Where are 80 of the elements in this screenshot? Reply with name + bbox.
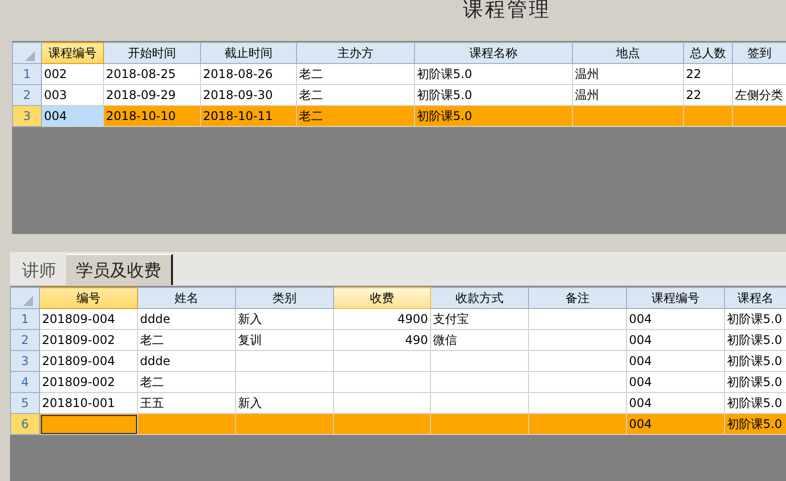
- column-header[interactable]: 签到: [732, 42, 786, 64]
- table-cell: 490: [334, 330, 430, 350]
- table-cell: 王五: [138, 392, 236, 414]
- table-cell: 2018-10-11: [200, 106, 296, 126]
- column-header[interactable]: 开始时间: [104, 42, 200, 64]
- table-cell: 初阶课5.0: [724, 414, 786, 434]
- row-header[interactable]: 2: [12, 84, 42, 106]
- table-cell: 复训: [236, 330, 334, 350]
- table-cell: 201809-002: [40, 330, 138, 350]
- table-cell: 201809-004: [40, 308, 138, 330]
- row-header[interactable]: 3: [10, 350, 40, 372]
- table-cell: 新入: [236, 392, 334, 414]
- column-header[interactable]: 课程编号: [42, 42, 104, 64]
- table-cell: 201810-001: [40, 392, 138, 414]
- table-cell: 2018-08-26: [200, 64, 296, 84]
- table-cell: 新入: [236, 308, 334, 330]
- table-cell: ddde: [138, 308, 236, 330]
- column-header[interactable]: 编号: [40, 288, 138, 308]
- table-cell: 微信: [430, 330, 528, 350]
- table-cell: [732, 64, 786, 84]
- table-cell: 老二: [296, 84, 414, 106]
- column-header[interactable]: 主办方: [296, 42, 414, 64]
- table-cell: 004: [626, 330, 724, 350]
- table-cell: 003: [42, 84, 104, 106]
- table-cell: 老二: [138, 372, 236, 392]
- table-cell: 初阶课5.0: [724, 308, 786, 330]
- table-cell: 老二: [296, 106, 414, 126]
- table-cell: 2018-10-10: [104, 106, 200, 126]
- row-header[interactable]: 5: [10, 392, 40, 414]
- table-cell: 004: [626, 308, 724, 330]
- table-cell: 201809-002: [40, 372, 138, 392]
- column-header[interactable]: 备注: [528, 288, 626, 308]
- page-title: 课程管理: [463, 0, 551, 20]
- column-header[interactable]: 类别: [236, 288, 334, 308]
- column-header[interactable]: 课程名称: [414, 42, 572, 64]
- table-cell: 温州: [572, 64, 684, 84]
- table-cell: 左侧分类: [732, 84, 786, 106]
- table-cell: [684, 106, 732, 126]
- table-cell: 2018-08-25: [104, 64, 200, 84]
- column-header[interactable]: 总人数: [684, 42, 732, 64]
- table-cell: 004: [626, 350, 724, 372]
- column-header[interactable]: 课程编号: [626, 288, 724, 308]
- column-header[interactable]: 收款方式: [430, 288, 528, 308]
- table-cell: 2018-09-30: [200, 84, 296, 106]
- row-header[interactable]: 1: [10, 308, 40, 330]
- table-cell: 201809-004: [40, 350, 138, 372]
- table-cell: 2018-09-29: [104, 84, 200, 106]
- column-header[interactable]: 地点: [572, 42, 684, 64]
- table-cell: 初阶课5.0: [724, 350, 786, 372]
- table-cell: 004: [626, 372, 724, 392]
- table-cell: 22: [684, 64, 732, 84]
- table-cell: [732, 106, 786, 126]
- table-cell: 支付宝: [430, 308, 528, 330]
- table-cell: 002: [42, 64, 104, 84]
- row-header[interactable]: 2: [10, 330, 40, 350]
- table-cell: 初阶课5.0: [724, 330, 786, 350]
- column-header[interactable]: 截止时间: [200, 42, 296, 64]
- table-cell: 温州: [572, 84, 684, 106]
- column-header[interactable]: 姓名: [138, 288, 236, 308]
- table-cell: 初阶课5.0: [414, 106, 572, 126]
- table-cell: 4900: [334, 308, 430, 330]
- column-header[interactable]: 收费: [334, 288, 430, 308]
- table-cell: 004: [626, 414, 724, 434]
- table-cell: 004: [42, 106, 104, 126]
- row-header[interactable]: 6: [10, 414, 40, 434]
- table-cell: 老二: [138, 330, 236, 350]
- tab[interactable]: 讲师: [12, 255, 66, 285]
- row-header[interactable]: 1: [12, 64, 42, 84]
- table-cell: 004: [626, 392, 724, 414]
- table-cell: 初阶课5.0: [414, 84, 572, 106]
- tab[interactable]: 学员及收费: [66, 254, 173, 285]
- table-cell: 初阶课5.0: [414, 64, 572, 84]
- table-cell: ddde: [138, 350, 236, 372]
- column-header[interactable]: 课程名: [724, 288, 786, 308]
- row-header[interactable]: 3: [12, 106, 42, 126]
- table-cell: 初阶课5.0: [724, 392, 786, 414]
- row-header[interactable]: 4: [10, 372, 40, 392]
- table-cell: 初阶课5.0: [724, 372, 786, 392]
- table-cell: 22: [684, 84, 732, 106]
- table-cell: 老二: [296, 64, 414, 84]
